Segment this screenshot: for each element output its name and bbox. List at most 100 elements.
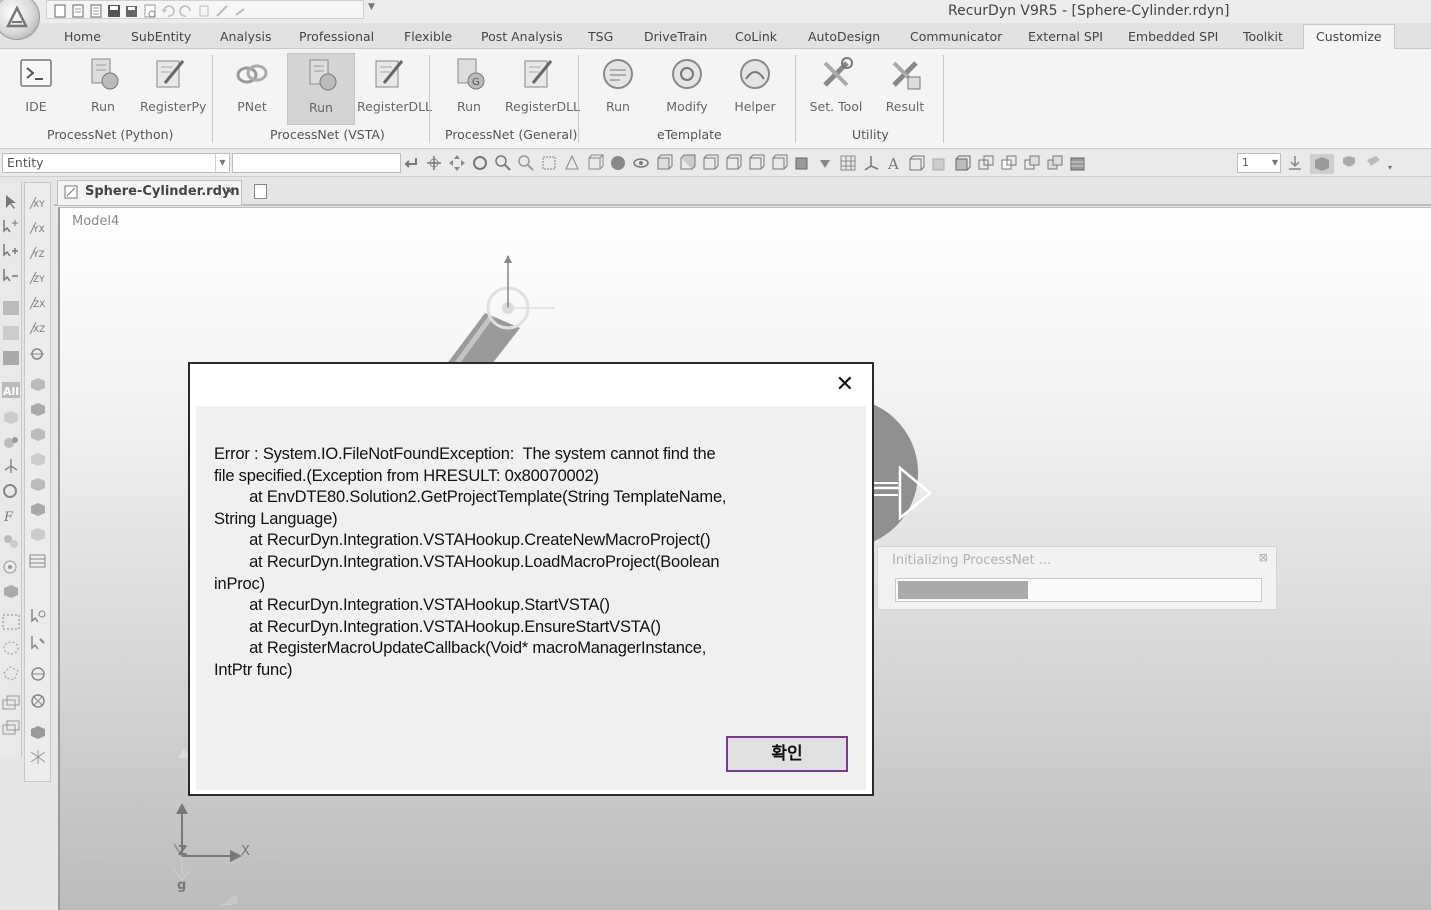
run-general-button[interactable]: G Run (439, 53, 499, 115)
result-button[interactable]: Result (875, 53, 935, 115)
extrude-body-icon[interactable] (28, 501, 46, 517)
link-body-icon[interactable] (28, 451, 46, 467)
sphere-body[interactable] (870, 403, 950, 553)
view-top-icon[interactable] (747, 154, 765, 172)
document-tab[interactable]: Sphere-Cylinder.rdyn × (57, 180, 242, 205)
animation-step-combo[interactable]: 1 ▼ (1237, 153, 1281, 173)
fixed-joint-icon[interactable] (28, 693, 46, 709)
tab-tsg[interactable]: TSG (588, 27, 613, 49)
etemplate-modify-button[interactable]: Modify (657, 53, 717, 115)
view-right-icon[interactable] (724, 154, 742, 172)
etemplate-helper-button[interactable]: Helper (725, 53, 785, 115)
toolbar-overflow-icon[interactable]: ▾ (1388, 154, 1398, 172)
geometry-filter-icon[interactable] (2, 583, 20, 599)
group-select-icon[interactable] (2, 350, 20, 366)
gear-body-icon[interactable] (28, 724, 46, 740)
view-dropdown-icon[interactable] (816, 154, 834, 172)
import-icon[interactable] (1286, 154, 1304, 172)
move-icon[interactable] (448, 154, 466, 172)
plane-zx-icon[interactable]: ZX (28, 295, 46, 311)
cylinder-body[interactable] (430, 253, 580, 373)
target-filter-icon[interactable] (2, 559, 20, 575)
rotate-axis-icon[interactable] (28, 346, 46, 362)
fit-select-icon[interactable] (563, 154, 581, 172)
mouse-icon[interactable] (233, 3, 247, 17)
view-left-icon[interactable] (701, 154, 719, 172)
outline-icon[interactable] (1046, 154, 1064, 172)
register-dll-general-button[interactable]: RegisterDLL (505, 53, 580, 115)
return-icon[interactable] (402, 154, 420, 172)
tab-external-spi[interactable]: External SPI (1028, 27, 1103, 49)
wireframe-icon[interactable] (908, 154, 926, 172)
hidden-line-icon[interactable] (1000, 154, 1018, 172)
force-filter-icon[interactable]: F (2, 508, 20, 525)
save-icon[interactable] (107, 3, 121, 17)
tab-toolkit[interactable]: Toolkit (1243, 27, 1283, 49)
rotate-icon[interactable] (471, 154, 489, 172)
ide-button[interactable]: IDE (6, 53, 66, 115)
shaded-icon[interactable] (931, 154, 949, 172)
save-all-icon[interactable] (125, 3, 139, 17)
ok-button[interactable]: 확인 (726, 736, 848, 772)
rubber-band-icon[interactable] (2, 614, 20, 630)
chevron-down-icon[interactable]: ▼ (215, 154, 229, 172)
open-icon[interactable] (89, 3, 103, 17)
box-select-icon[interactable] (2, 325, 20, 341)
shield-icon[interactable] (1340, 154, 1358, 172)
tab-professional[interactable]: Professional (299, 27, 374, 49)
run-python-button[interactable]: Run (73, 53, 133, 115)
contact-filter-icon[interactable] (2, 483, 20, 499)
joint-filter-icon[interactable] (2, 434, 20, 450)
grid-icon[interactable] (839, 154, 857, 172)
selection-filter-icon[interactable] (2, 300, 20, 316)
undo-icon[interactable] (161, 3, 175, 17)
sphere-body-icon[interactable] (28, 476, 46, 492)
fit-all-icon[interactable] (540, 154, 558, 172)
render-mode-icon[interactable] (1069, 154, 1087, 172)
layer-copy-icon[interactable] (2, 719, 20, 735)
select-cursor-icon[interactable] (2, 194, 20, 210)
box-body-icon[interactable] (28, 376, 46, 392)
new-document-icon[interactable] (254, 184, 267, 199)
tab-autodesign[interactable]: AutoDesign (808, 27, 880, 49)
tab-colink[interactable]: CoLink (735, 27, 777, 49)
shaded-edges-icon[interactable] (954, 154, 972, 172)
select-rotate-icon[interactable] (28, 608, 46, 624)
spring-icon[interactable] (28, 749, 46, 765)
plane-yx-icon[interactable]: YX (28, 220, 46, 236)
pan-icon[interactable] (425, 154, 443, 172)
progress-close-icon[interactable]: ⊠ (1259, 551, 1268, 564)
tab-post-analysis[interactable]: Post Analysis (481, 27, 563, 49)
revolve-body-icon[interactable] (28, 526, 46, 542)
view-bottom-icon[interactable] (770, 154, 788, 172)
joint-icon[interactable] (28, 666, 46, 682)
display-mode-icon[interactable] (1310, 154, 1334, 174)
tab-subentity[interactable]: SubEntity (131, 27, 191, 49)
etemplate-run-button[interactable]: Run (588, 53, 648, 115)
layer-icon[interactable] (2, 694, 20, 710)
tab-analysis[interactable]: Analysis (220, 27, 272, 49)
select-pin-icon[interactable] (28, 635, 46, 651)
save-as-icon[interactable] (143, 3, 157, 17)
silhouette-icon[interactable] (1023, 154, 1041, 172)
select-add-icon[interactable] (2, 219, 20, 235)
polygon-select-icon[interactable] (2, 665, 20, 681)
plane-yz-icon[interactable]: YZ (28, 245, 46, 261)
qat-customize-icon[interactable]: ▼ (368, 2, 375, 12)
transparent-icon[interactable] (977, 154, 995, 172)
entity-filter-combo[interactable]: Entity ▼ (2, 153, 230, 173)
tab-home[interactable]: Home (64, 27, 101, 49)
tab-flexible[interactable]: Flexible (404, 27, 452, 49)
view-back-icon[interactable] (678, 154, 696, 172)
view-front-icon[interactable] (655, 154, 673, 172)
cylinder-body-icon[interactable] (28, 426, 46, 442)
plane-xz-icon[interactable]: XZ (28, 320, 46, 336)
dialog-close-icon[interactable]: ✕ (836, 372, 854, 397)
tool-icon[interactable] (215, 3, 229, 17)
tab-customize[interactable]: Customize (1303, 24, 1395, 50)
body-filter-icon[interactable] (2, 409, 20, 425)
new-doc-icon[interactable] (71, 3, 85, 17)
all-icon[interactable]: All (2, 382, 20, 398)
sphere-filter-icon[interactable] (2, 533, 20, 549)
font-icon[interactable]: A (885, 154, 903, 173)
